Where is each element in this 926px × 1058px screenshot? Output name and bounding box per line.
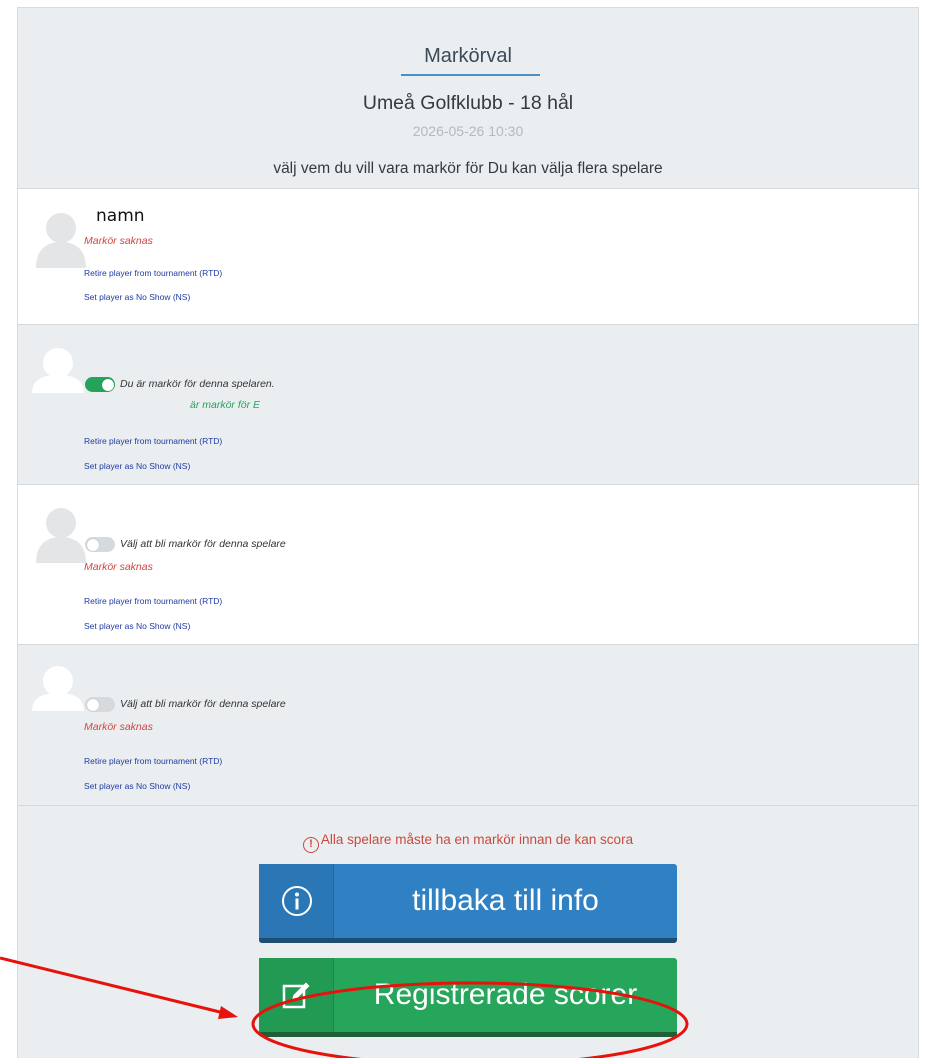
toggle-knob [101,378,114,391]
title-underline [401,74,540,76]
marker-selection-panel: Markörval Umeå Golfklubb - 18 hål 2026-0… [17,7,919,1058]
instruction-text: välj vem du vill vara markör för Du kan … [273,160,663,177]
no-show-link[interactable]: Set player as No Show (NS) [84,292,190,302]
player-row: namn Markör saknas Retire player from to… [18,189,918,325]
round-datetime: 2026-05-26 10:30 [412,123,524,139]
toggle-label: Välj att bli markör för denna spelare [120,698,286,710]
info-icon [282,886,312,916]
page-header: Markörval Umeå Golfklubb - 18 hål 2026-0… [18,8,918,189]
avatar-icon [34,503,88,563]
avatar-icon [30,663,86,711]
back-to-info-button[interactable]: tillbaka till info [259,864,677,943]
no-show-link[interactable]: Set player as No Show (NS) [84,461,190,471]
no-show-link[interactable]: Set player as No Show (NS) [84,781,190,791]
marker-missing-status: Markör saknas [84,235,153,247]
marker-toggle[interactable] [85,537,115,552]
retire-player-link[interactable]: Retire player from tournament (RTD) [84,756,222,766]
alert-icon: ! [302,837,319,853]
marker-missing-status: Markör saknas [84,721,153,733]
player-row: Välj att bli markör för denna spelare Ma… [18,485,918,645]
player-row: Välj att bli markör för denna spelare Ma… [18,645,918,806]
player-name: namn [96,206,145,226]
no-show-link[interactable]: Set player as No Show (NS) [84,621,190,631]
player-row: Du är markör för denna spelaren. är mark… [18,325,918,485]
button-icon-area [259,958,334,1032]
marker-missing-status: Markör saknas [84,561,153,573]
warning-text: Alla spelare måste ha en markör innan de… [320,832,634,847]
marker-for-text: är markör för E [190,399,261,411]
button-label: Registrerade scorer [373,978,638,1011]
toggle-label: Du är markör för denna spelaren. [120,378,275,390]
page-title: Markörval [424,45,512,67]
retire-player-link[interactable]: Retire player from tournament (RTD) [84,596,222,606]
edit-icon [282,982,310,1009]
course-name: Umeå Golfklubb - 18 hål [362,92,574,114]
avatar-icon [34,208,88,268]
toggle-label: Välj att bli markör för denna spelare [120,538,286,550]
marker-toggle[interactable] [85,377,115,392]
avatar-icon [30,345,86,393]
retire-player-link[interactable]: Retire player from tournament (RTD) [84,268,222,278]
toggle-knob [86,538,99,551]
toggle-knob [86,698,99,711]
registered-scores-button[interactable]: Registrerade scorer [259,958,677,1037]
retire-player-link[interactable]: Retire player from tournament (RTD) [84,436,222,446]
button-label: tillbaka till info [412,884,599,917]
marker-required-warning: ! Alla spelare måste ha en markör innan d… [18,832,918,853]
marker-toggle[interactable] [85,697,115,712]
button-icon-area [259,864,334,938]
